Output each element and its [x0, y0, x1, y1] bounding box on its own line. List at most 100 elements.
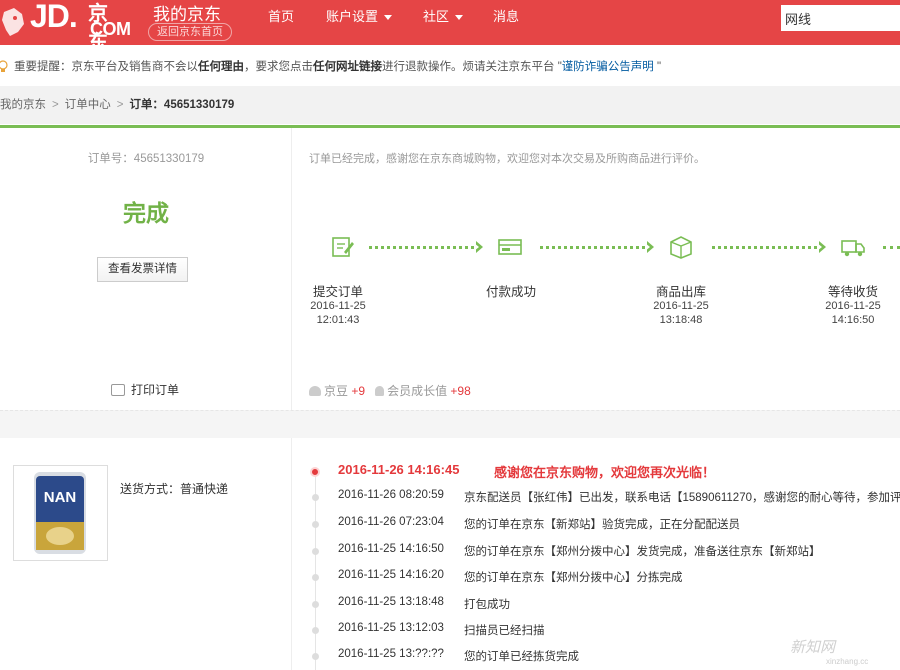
tracking-message: 您的订单在京东【郑州分拨中心】分拣完成 — [464, 572, 683, 584]
formula-can-image: NAN — [34, 472, 86, 554]
order-status: 完成 — [123, 200, 169, 226]
timeline-dot — [312, 521, 319, 528]
timeline-dot — [312, 574, 319, 581]
progress-connector — [369, 246, 474, 249]
jd-dog-mascot-icon — [2, 8, 24, 36]
logo-com-text: COM — [90, 19, 131, 39]
nav-account-settings-label: 账户设置 — [326, 9, 379, 24]
anti-fraud-link[interactable]: 谨防诈骗公告声明 — [562, 61, 654, 73]
timeline-dot — [312, 601, 319, 608]
tracking-time: 2016-11-25 13:18:48 — [338, 596, 444, 608]
breadcrumb: 我的京东 > 订单中心 > 订单：45651330179 — [0, 96, 234, 112]
nav-account-settings[interactable]: 账户设置 — [326, 0, 393, 34]
nav-community[interactable]: 社区 — [423, 0, 464, 34]
step-name: 付款成功 — [485, 285, 536, 299]
product-thumbnail[interactable]: NAN — [13, 465, 108, 561]
timeline-dot-active — [310, 467, 320, 477]
breadcrumb-order-center[interactable]: 订单中心 — [65, 99, 111, 111]
logo-jd-text: JD. — [30, 0, 78, 34]
nav-messages[interactable]: 消息 — [493, 0, 519, 34]
search-input[interactable] — [781, 5, 900, 31]
delivery-method: 送货方式：普通快递 — [120, 482, 229, 496]
order-summary-panel: 订单号：45651330179 完成 查看发票详情 打印订单 — [0, 128, 292, 410]
watermark-logo: 新知网 — [790, 639, 836, 656]
print-order-link[interactable]: 打印订单 — [111, 381, 179, 398]
step-time: 14:16:50 — [831, 314, 875, 326]
section-divider — [0, 410, 900, 438]
order-number: 订单号：45651330179 — [87, 153, 205, 165]
step-time: 12:01:43 — [316, 314, 360, 326]
nav-home[interactable]: 首页 — [268, 0, 294, 34]
important-notice: 重要提醒：京东平台及销售商不会以任何理由，要求您点击任何网址链接进行退款操作。烦… — [0, 56, 900, 78]
tracking-time: 2016-11-26 08:20:59 — [338, 489, 444, 501]
tracking-message: 京东配送员【张红伟】已出发，联系电话【15890611270，感谢您的耐心等待，… — [464, 492, 900, 504]
jd-bean-icon — [309, 386, 321, 396]
arrow-right-icon — [474, 241, 483, 253]
notice-bold-2: 任何网址链接 — [313, 61, 382, 73]
tracking-time: 2016-11-25 13:??:?? — [338, 648, 444, 660]
step-date: 2016-11-25 — [653, 300, 709, 312]
page-title: 我的京东 — [153, 5, 221, 24]
edit-order-icon — [332, 237, 354, 257]
member-icon — [375, 386, 385, 396]
timeline-dot — [312, 494, 319, 501]
timeline-dot — [312, 548, 319, 555]
tracking-message: 扫描员已经扫描 — [464, 625, 545, 637]
order-rewards: 京豆 +9 会员成长值 +98 — [309, 382, 471, 399]
order-progress-panel: 订单已经完成，感谢您在京东商城购物，欢迎您对本次交易及所购商品进行评价。 提交订… — [293, 128, 900, 410]
arrow-right-icon — [645, 241, 654, 253]
lightbulb-icon — [0, 60, 8, 72]
tracking-message: 感谢您在京东购物，欢迎您再次光临！ — [494, 465, 716, 480]
step-name: 等待收货 — [827, 285, 878, 299]
notice-text: 重要提醒：京东平台及销售商不会以任何理由，要求您点击任何网址链接进行退款操作。烦… — [14, 56, 661, 78]
delivery-truck-icon — [841, 240, 865, 257]
tracking-time: 2016-11-25 14:16:50 — [338, 543, 444, 555]
back-home-button[interactable]: 返回京东首页 — [148, 23, 232, 41]
breadcrumb-bar: 我的京东 > 订单中心 > 订单：45651330179 — [0, 86, 900, 124]
growth-value: +98 — [450, 384, 471, 398]
breadcrumb-separator-icon: > — [116, 99, 124, 111]
notice-tail: 进行退款操作。烦请关注京东平台 " — [382, 61, 562, 73]
tracking-message: 您的订单在京东【郑州分拨中心】发货完成，准备送往京东【新郑站】 — [464, 546, 821, 558]
order-complete-message: 订单已经完成，感谢您在京东商城购物，欢迎您对本次交易及所购商品进行评价。 — [309, 153, 705, 165]
timeline-dot — [312, 627, 319, 634]
timeline-dot — [312, 653, 319, 660]
printer-icon — [111, 384, 125, 396]
beans-label: 京豆 — [324, 384, 349, 398]
chevron-down-icon — [455, 15, 464, 21]
package-box-icon — [670, 236, 692, 259]
package-info-panel: NAN 送货方式：普通快递 — [0, 438, 292, 670]
nav-community-label: 社区 — [423, 9, 450, 24]
tracking-time: 2016-11-25 14:16:20 — [338, 569, 444, 581]
step-name: 提交订单 — [312, 285, 363, 299]
product-brand-text: NAN — [44, 489, 77, 506]
step-name: 商品出库 — [655, 285, 706, 299]
chevron-down-icon — [384, 15, 393, 21]
progress-connector — [540, 246, 645, 249]
step-time: 13:18:48 — [659, 314, 703, 326]
tracking-message: 您的订单在京东【新郑站】验货完成，正在分配配送员 — [464, 519, 740, 531]
top-header-bar: JD. 京东 COM 我的京东 返回京东首页 首页 账户设置 社区 消息 — [0, 0, 900, 54]
tracking-time: 2016-11-25 13:12:03 — [338, 622, 444, 634]
view-invoice-button[interactable]: 查看发票详情 — [97, 257, 188, 282]
notice-bold-1: 任何理由 — [198, 61, 244, 73]
growth-label: 会员成长值 — [387, 384, 448, 398]
tracking-message: 打包成功 — [464, 599, 510, 611]
tracking-message: 您的订单已经拣货完成 — [464, 651, 579, 663]
progress-connector — [712, 246, 817, 249]
arrow-right-icon — [817, 241, 826, 253]
breadcrumb-current-order: 订单：45651330179 — [129, 99, 235, 111]
tracking-time: 2016-11-26 14:16:45 — [338, 462, 460, 477]
payment-card-icon — [498, 239, 522, 255]
notice-end: " — [653, 61, 662, 73]
breadcrumb-my-jd[interactable]: 我的京东 — [0, 99, 46, 111]
print-order-label: 打印订单 — [131, 383, 180, 397]
beans-value: +9 — [351, 384, 366, 398]
notice-mid: ，要求您点击 — [244, 61, 313, 73]
watermark-url: xinzhang.cc — [826, 657, 869, 666]
tracking-time: 2016-11-26 07:23:04 — [338, 516, 444, 528]
notice-lead: 重要提醒：京东平台及销售商不会以 — [14, 61, 198, 73]
progress-connector — [883, 246, 900, 249]
step-date: 2016-11-25 — [825, 300, 881, 312]
step-date: 2016-11-25 — [310, 300, 366, 312]
